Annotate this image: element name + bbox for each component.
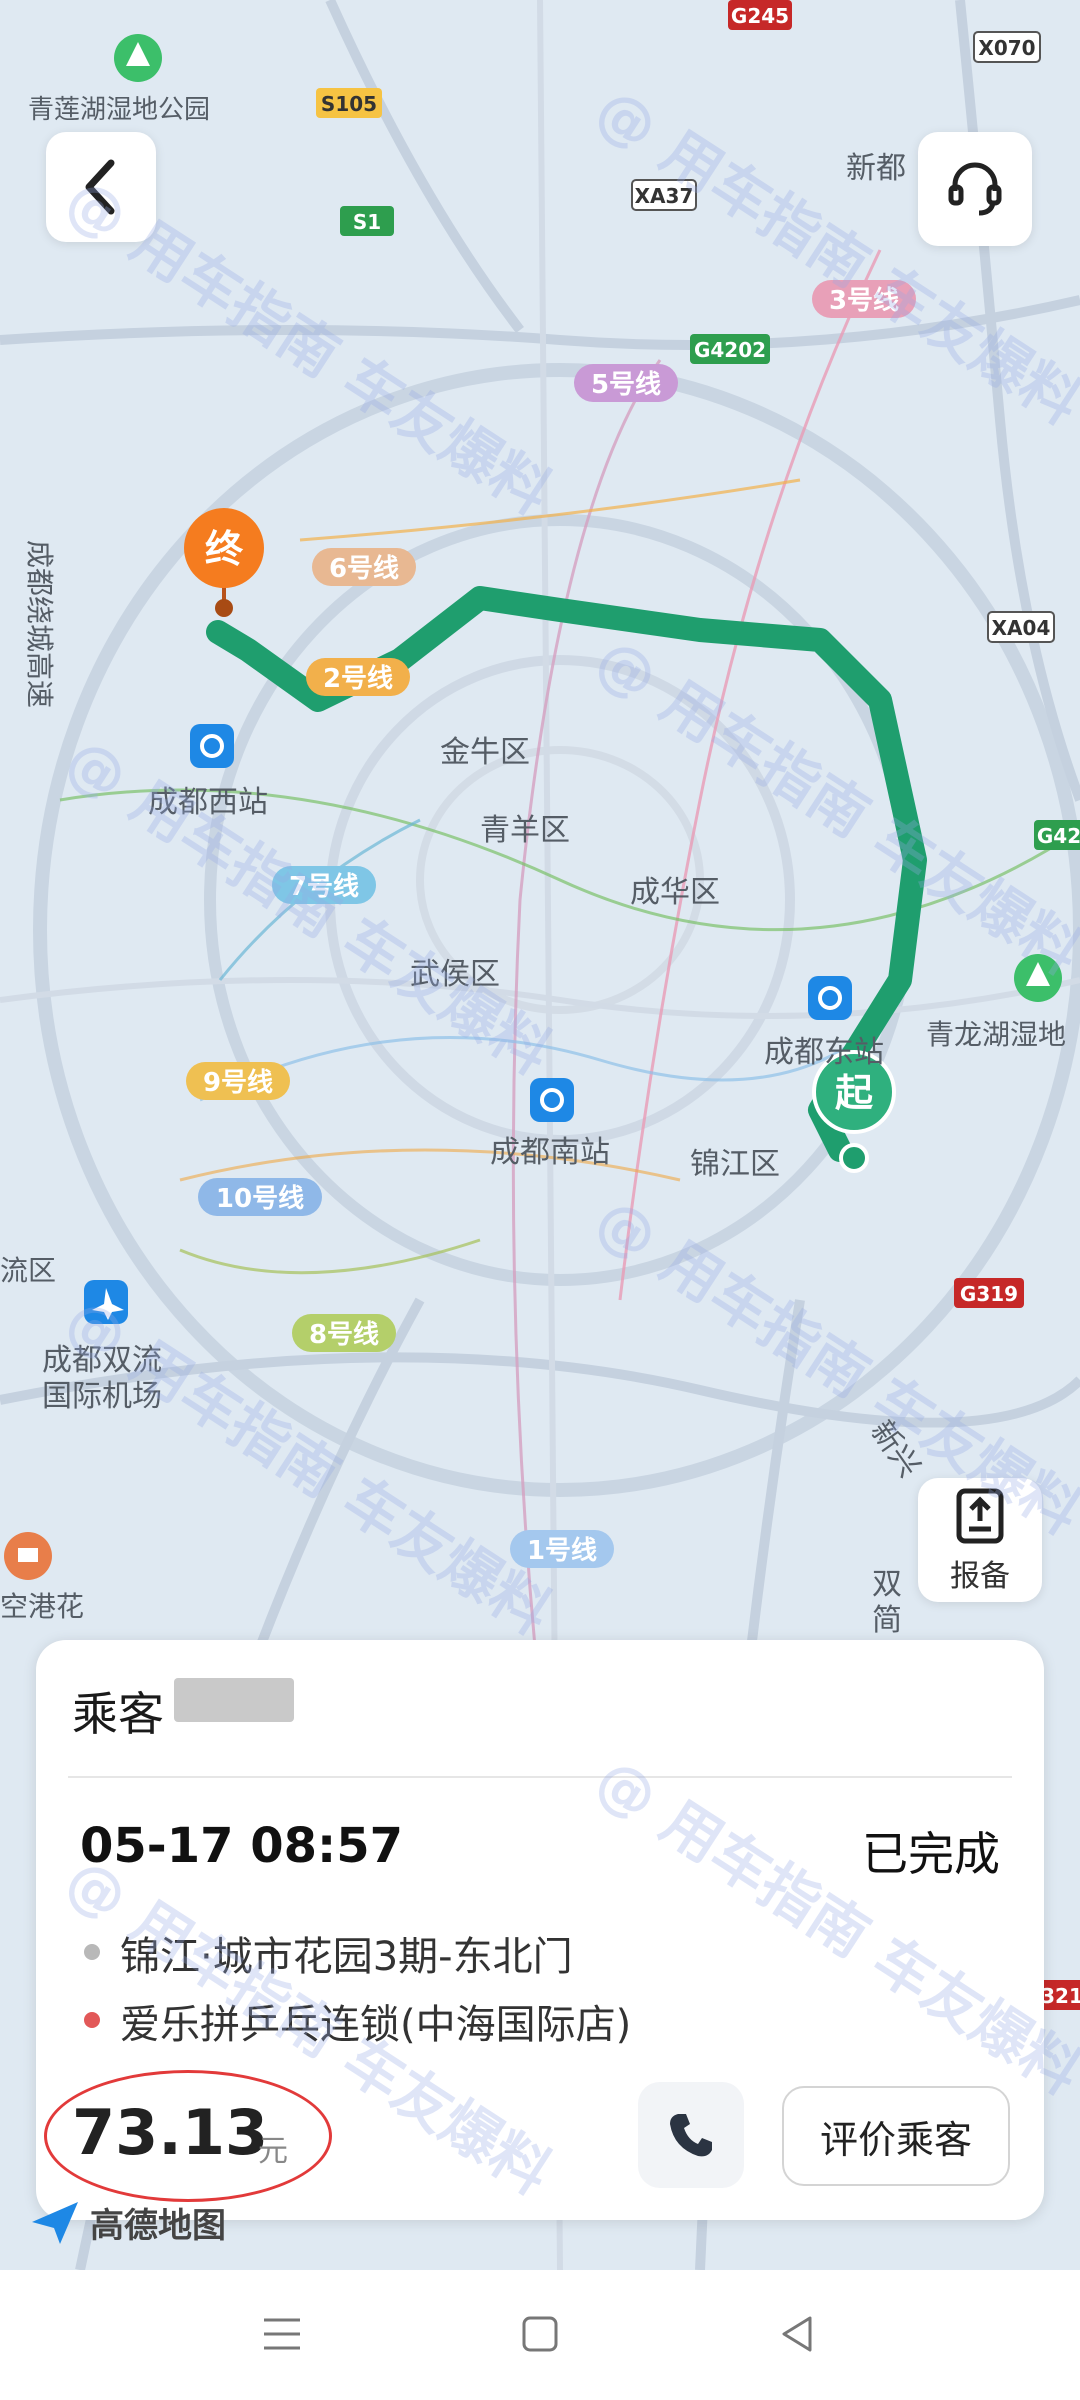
svg-text:7号线: 7号线 bbox=[289, 872, 359, 902]
amap-arrow-icon bbox=[32, 2201, 78, 2244]
map-label: 成都东站 bbox=[764, 1035, 884, 1070]
order-datetime: 05-17 08:57 bbox=[80, 1818, 404, 1874]
order-status: 已完成 bbox=[862, 1827, 1000, 1881]
svg-text:XA37: XA37 bbox=[635, 184, 694, 208]
wetland-park-icon bbox=[1014, 954, 1062, 1002]
metro-badge-6: 6号线 bbox=[312, 548, 416, 586]
svg-text:S1: S1 bbox=[353, 210, 381, 234]
svg-text:G4202: G4202 bbox=[694, 338, 766, 362]
svg-text:2号线: 2号线 bbox=[323, 664, 393, 694]
end-marker-label: 终 bbox=[205, 527, 244, 571]
menu-icon bbox=[264, 2318, 300, 2350]
metro-badge-9: 9号线 bbox=[186, 1062, 290, 1100]
fare-highlight-ring bbox=[44, 2070, 332, 2202]
svg-text:8号线: 8号线 bbox=[309, 1320, 379, 1350]
back-triangle-icon bbox=[782, 2316, 812, 2352]
restaurant-icon bbox=[4, 1532, 52, 1580]
svg-text:6号线: 6号线 bbox=[329, 554, 399, 584]
svg-text:G42: G42 bbox=[1037, 824, 1080, 848]
system-navbar bbox=[0, 2270, 1080, 2400]
map-label: 简 bbox=[872, 1603, 902, 1638]
report-icon bbox=[956, 1488, 1004, 1544]
map-label: 新都 bbox=[846, 151, 906, 186]
map-label: 青龙湖湿地 bbox=[926, 1018, 1066, 1051]
passenger-label: 乘客 bbox=[72, 1687, 164, 1741]
map-label: 青羊区 bbox=[480, 813, 570, 848]
road-badge-g245: G245 bbox=[728, 0, 792, 30]
train-station-icon bbox=[190, 724, 234, 768]
svg-text:XA04: XA04 bbox=[992, 616, 1051, 640]
divider bbox=[68, 1776, 1012, 1778]
map-label: 锦江区 bbox=[690, 1147, 780, 1182]
map-label: 流区 bbox=[0, 1254, 56, 1287]
phone-icon bbox=[670, 2114, 712, 2157]
metro-badge-3: 3号线 bbox=[812, 280, 916, 318]
road-badge-xa37: XA37 bbox=[631, 179, 697, 211]
call-passenger-button[interactable] bbox=[638, 2082, 744, 2188]
svg-text:5号线: 5号线 bbox=[591, 370, 661, 400]
chevron-left-icon bbox=[85, 159, 115, 215]
road-badge-g319: G319 bbox=[954, 1278, 1024, 1308]
road-badge-s1: S1 bbox=[340, 206, 394, 236]
headset-icon bbox=[948, 162, 1002, 216]
customer-service-button[interactable] bbox=[918, 132, 1032, 246]
airport-icon bbox=[84, 1280, 128, 1324]
metro-badge-5: 5号线 bbox=[574, 364, 678, 402]
order-card: 乘客 05-17 08:57 已完成 锦江·城市花园3期-东北门 爱乐拼乒乓连锁… bbox=[36, 1640, 1044, 2220]
map-label: 国际机场 bbox=[42, 1379, 162, 1414]
svg-text:S105: S105 bbox=[321, 92, 377, 116]
road-badge-x070: X070 bbox=[973, 31, 1041, 63]
metro-badge-8: 8号线 bbox=[292, 1314, 396, 1352]
map-label: 成都双流 bbox=[42, 1343, 162, 1378]
map-label: 双 bbox=[872, 1567, 902, 1602]
map-label: 成都西站 bbox=[148, 785, 268, 820]
svg-text:1号线: 1号线 bbox=[527, 1536, 597, 1566]
metro-badge-2: 2号线 bbox=[306, 658, 410, 696]
menu-button[interactable] bbox=[250, 2302, 314, 2366]
road-badge-xa04: XA04 bbox=[987, 611, 1055, 643]
amap-logo: 高德地图 bbox=[30, 2198, 226, 2247]
home-square-icon bbox=[522, 2316, 558, 2352]
svg-text:3号线: 3号线 bbox=[829, 286, 899, 316]
wetland-park-icon bbox=[114, 34, 162, 82]
metro-badge-1: 1号线 bbox=[510, 1530, 614, 1568]
amap-logo-text: 高德地图 bbox=[90, 2206, 226, 2246]
metro-badge-10: 10号线 bbox=[198, 1178, 322, 1216]
passenger-name-redacted bbox=[174, 1678, 294, 1722]
svg-text:321: 321 bbox=[1041, 1984, 1080, 2008]
origin-address: 锦江·城市花园3期-东北门 bbox=[120, 1934, 573, 1980]
metro-badge-7: 7号线 bbox=[272, 866, 376, 904]
map-label: 成都绕城高速 bbox=[23, 540, 56, 708]
map-label: 青莲湖湿地公园 bbox=[28, 95, 210, 125]
destination-address: 爱乐拼乒乓连锁(中海国际店) bbox=[120, 2002, 632, 2048]
road-badge-g42: G42 bbox=[1034, 820, 1080, 850]
svg-text:9号线: 9号线 bbox=[203, 1068, 273, 1098]
road-badge-g4202: G4202 bbox=[690, 334, 770, 364]
map-label: 成都南站 bbox=[490, 1135, 610, 1170]
origin-dot bbox=[84, 1944, 100, 1960]
map-label: 武侯区 bbox=[410, 957, 500, 992]
report-button[interactable]: 报备 bbox=[918, 1478, 1042, 1602]
map-label: 空港花 bbox=[0, 1590, 84, 1623]
svg-text:G319: G319 bbox=[960, 1282, 1018, 1306]
svg-text:G245: G245 bbox=[731, 4, 789, 28]
road-badge-g321: 321 bbox=[1040, 1980, 1080, 2010]
train-station-icon bbox=[808, 976, 852, 1020]
map-label: 金牛区 bbox=[440, 735, 530, 770]
rate-passenger-button[interactable]: 评价乘客 bbox=[782, 2086, 1010, 2186]
train-station-icon bbox=[530, 1078, 574, 1122]
report-label: 报备 bbox=[950, 1559, 1010, 1594]
start-marker-label: 起 bbox=[835, 1071, 874, 1115]
map-label: 成华区 bbox=[630, 875, 720, 910]
svg-text:10号线: 10号线 bbox=[216, 1184, 304, 1214]
home-button[interactable] bbox=[508, 2302, 572, 2366]
road-badge-s105: S105 bbox=[316, 88, 382, 118]
svg-text:X070: X070 bbox=[978, 36, 1035, 60]
back-button[interactable] bbox=[46, 132, 156, 242]
nav-back-button[interactable] bbox=[766, 2302, 830, 2366]
destination-dot bbox=[84, 2012, 100, 2028]
